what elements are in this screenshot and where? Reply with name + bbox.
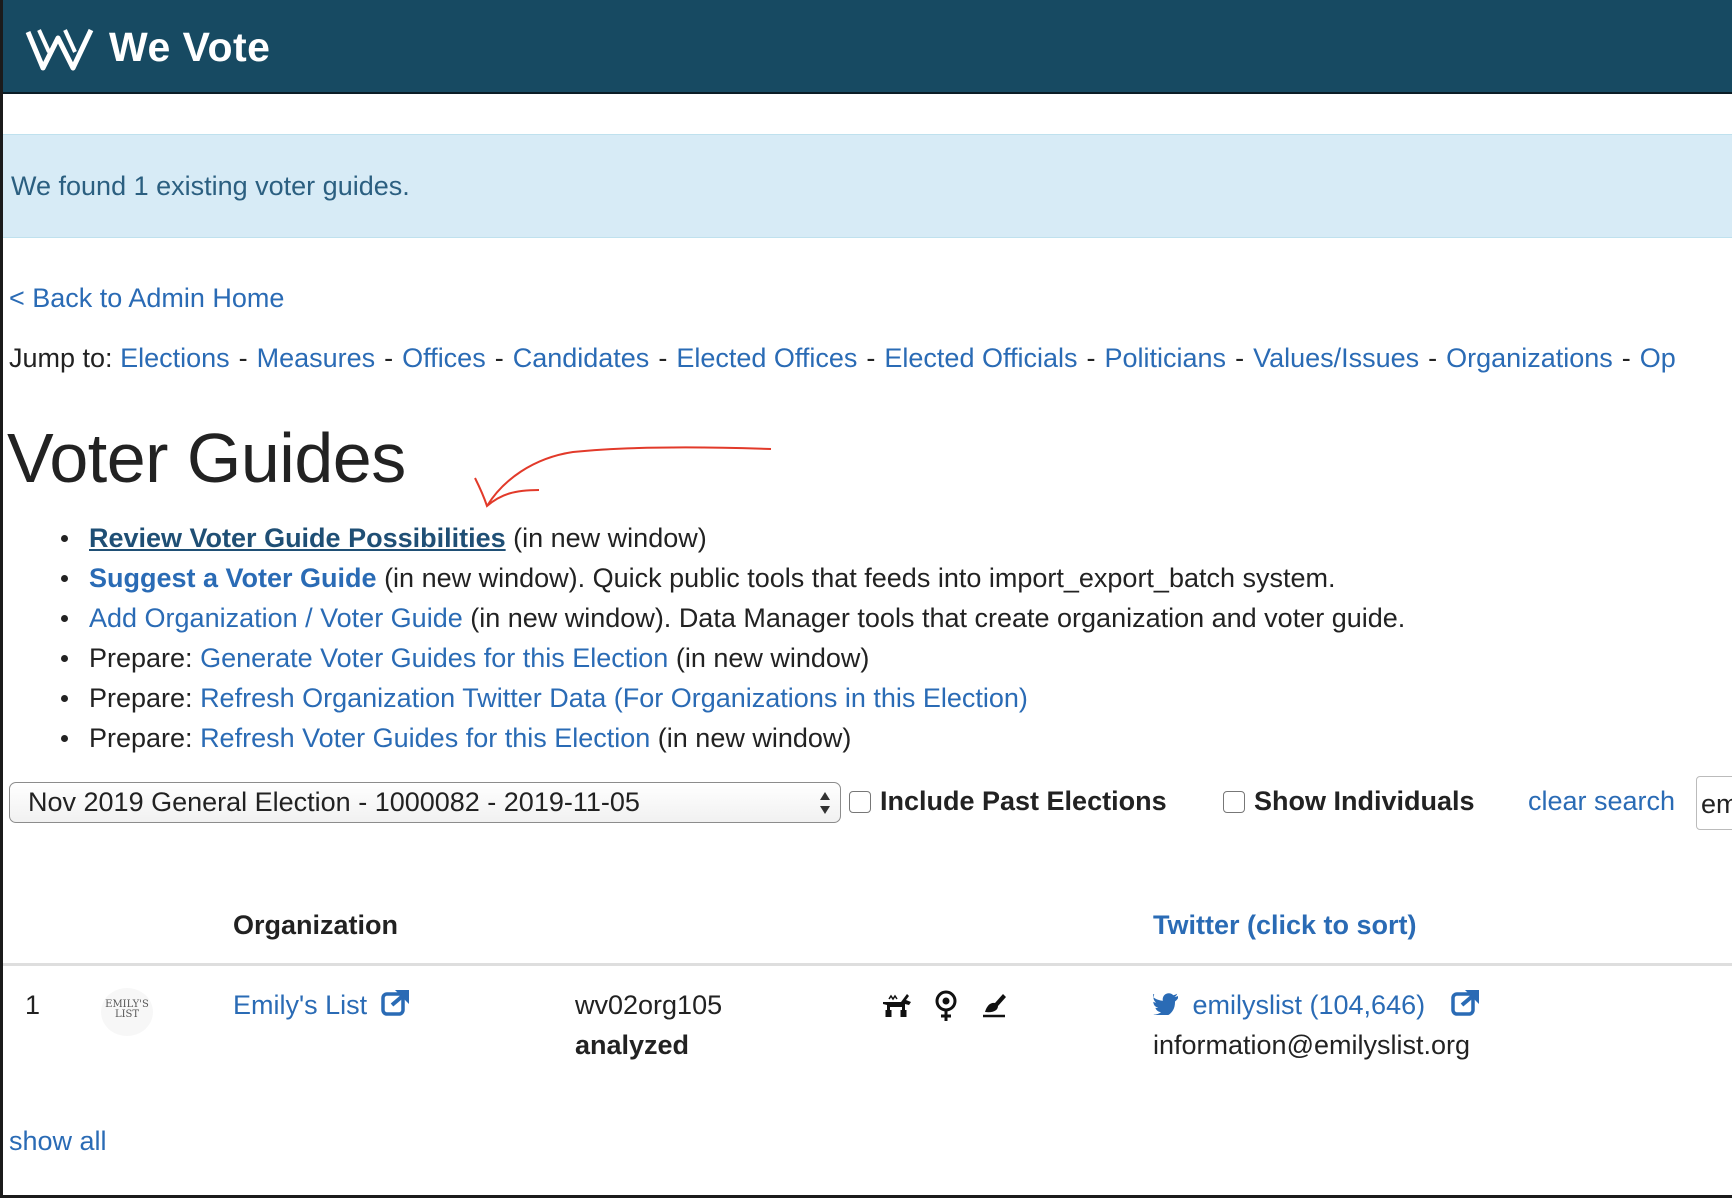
select-arrows-icon [820,792,830,814]
jump-separator: - [238,343,248,373]
external-link-icon[interactable] [1450,988,1481,1016]
clear-search-link[interactable]: clear search [1528,786,1675,817]
show-individuals-checkbox[interactable] [1223,791,1245,813]
annotation-arrow-icon [474,446,772,508]
top-navbar: We Vote [3,0,1732,94]
refresh-organization-twitter-link[interactable]: Refresh Organization Twitter Data (For O… [200,683,1028,713]
search-input[interactable]: em [1696,776,1732,830]
pen-hand-icon[interactable] [979,990,1009,1020]
action-prefix: Prepare: [89,683,201,713]
jump-separator: - [1621,343,1631,373]
generate-voter-guides-link[interactable]: Generate Voter Guides for this Election [200,643,668,673]
include-past-elections-checkbox[interactable] [849,791,871,813]
action-note: (in new window) [650,723,852,753]
filter-bar: Nov 2019 General Election - 1000082 - 20… [9,776,1732,830]
list-item: Prepare: Refresh Organization Twitter Da… [60,678,1405,718]
election-select-value: Nov 2019 General Election - 1000082 - 20… [28,787,640,817]
jump-link-measures[interactable]: Measures [257,343,376,373]
jump-separator: - [658,343,668,373]
table-row: 1 EMILY'S LIST Emily's List wv02org105 a… [3,968,1732,1076]
list-item: Prepare: Generate Voter Guides for this … [60,638,1405,678]
status-label: analyzed [575,1030,690,1060]
jump-link-elected-offices[interactable]: Elected Offices [676,343,857,373]
jump-separator: - [1428,343,1438,373]
page-title: Voter Guides [7,419,406,497]
we-vote-id: wv02org105 [575,990,723,1020]
row-index: 1 [25,990,41,1020]
voter-guide-actions-list: Review Voter Guide Possibilities (in new… [60,518,1406,758]
issue-icons [881,990,1009,1022]
suggest-voter-guide-link[interactable]: Suggest a Voter Guide [89,563,377,593]
jump-link-politicians[interactable]: Politicians [1105,343,1227,373]
action-note: (in new window). Quick public tools that… [376,563,1336,593]
info-alert: We found 1 existing voter guides. [3,134,1732,238]
review-voter-guide-possibilities-link[interactable]: Review Voter Guide Possibilities [89,523,506,553]
we-vote-logo-icon[interactable] [25,26,95,72]
list-item: Suggest a Voter Guide (in new window). Q… [60,558,1405,598]
list-item: Review Voter Guide Possibilities (in new… [60,518,1405,558]
alert-message: We found 1 existing voter guides. [11,171,410,201]
organization-logo[interactable]: EMILY'S LIST [101,988,153,1036]
include-past-elections-label[interactable]: Include Past Elections [880,786,1167,817]
page-frame: We Vote We found 1 existing voter guides… [0,0,1732,1198]
jump-to-label: Jump to: [9,343,113,373]
jump-link-organizations[interactable]: Organizations [1446,343,1613,373]
jump-link-offices[interactable]: Offices [402,343,486,373]
action-note: (in new window). Data Manager tools that… [462,603,1406,633]
jump-link-elected-officials[interactable]: Elected Officials [884,343,1077,373]
jump-link-op[interactable]: Op [1640,343,1676,373]
refresh-voter-guides-link[interactable]: Refresh Voter Guides for this Election [200,723,650,753]
show-all-link[interactable]: show all [9,1126,107,1157]
election-select[interactable]: Nov 2019 General Election - 1000082 - 20… [9,782,841,823]
female-symbol-icon[interactable] [931,990,961,1022]
jump-link-values-issues[interactable]: Values/Issues [1253,343,1419,373]
twitter-sort-header[interactable]: Twitter (click to sort) [1153,910,1417,941]
donkey-icon[interactable] [881,990,913,1020]
back-to-admin-home-link[interactable]: < Back to Admin Home [9,283,284,314]
external-link-icon[interactable] [380,988,411,1016]
action-note: (in new window) [668,643,870,673]
jump-to-nav: Jump to: Elections - Measures - Offices - Cand… [9,343,1676,374]
list-item: Prepare: Refresh Voter Guides for this E… [60,718,1405,758]
twitter-bird-icon [1153,993,1178,1015]
list-item: Add Organization / Voter Guide (in new w… [60,598,1406,638]
action-note: (in new window) [505,523,707,553]
add-organization-voter-guide-link[interactable]: Add Organization / Voter Guide [89,603,463,633]
organization-link[interactable]: Emily's List [233,990,367,1020]
twitter-handle-link[interactable]: emilyslist (104,646) [1193,990,1426,1020]
show-individuals-label[interactable]: Show Individuals [1254,786,1475,817]
jump-link-elections[interactable]: Elections [120,343,230,373]
organization-column-header: Organization [233,910,399,940]
table-header: Organization Twitter (click to sort) [3,910,1732,966]
jump-separator: - [1086,343,1096,373]
jump-separator: - [384,343,394,373]
jump-link-candidates[interactable]: Candidates [513,343,650,373]
action-prefix: Prepare: [89,723,201,753]
jump-separator: - [866,343,876,373]
brand-name[interactable]: We Vote [109,24,270,71]
organization-email: information@emilyslist.org [1153,1030,1470,1060]
jump-separator: - [1235,343,1245,373]
action-prefix: Prepare: [89,643,201,673]
jump-separator: - [494,343,504,373]
